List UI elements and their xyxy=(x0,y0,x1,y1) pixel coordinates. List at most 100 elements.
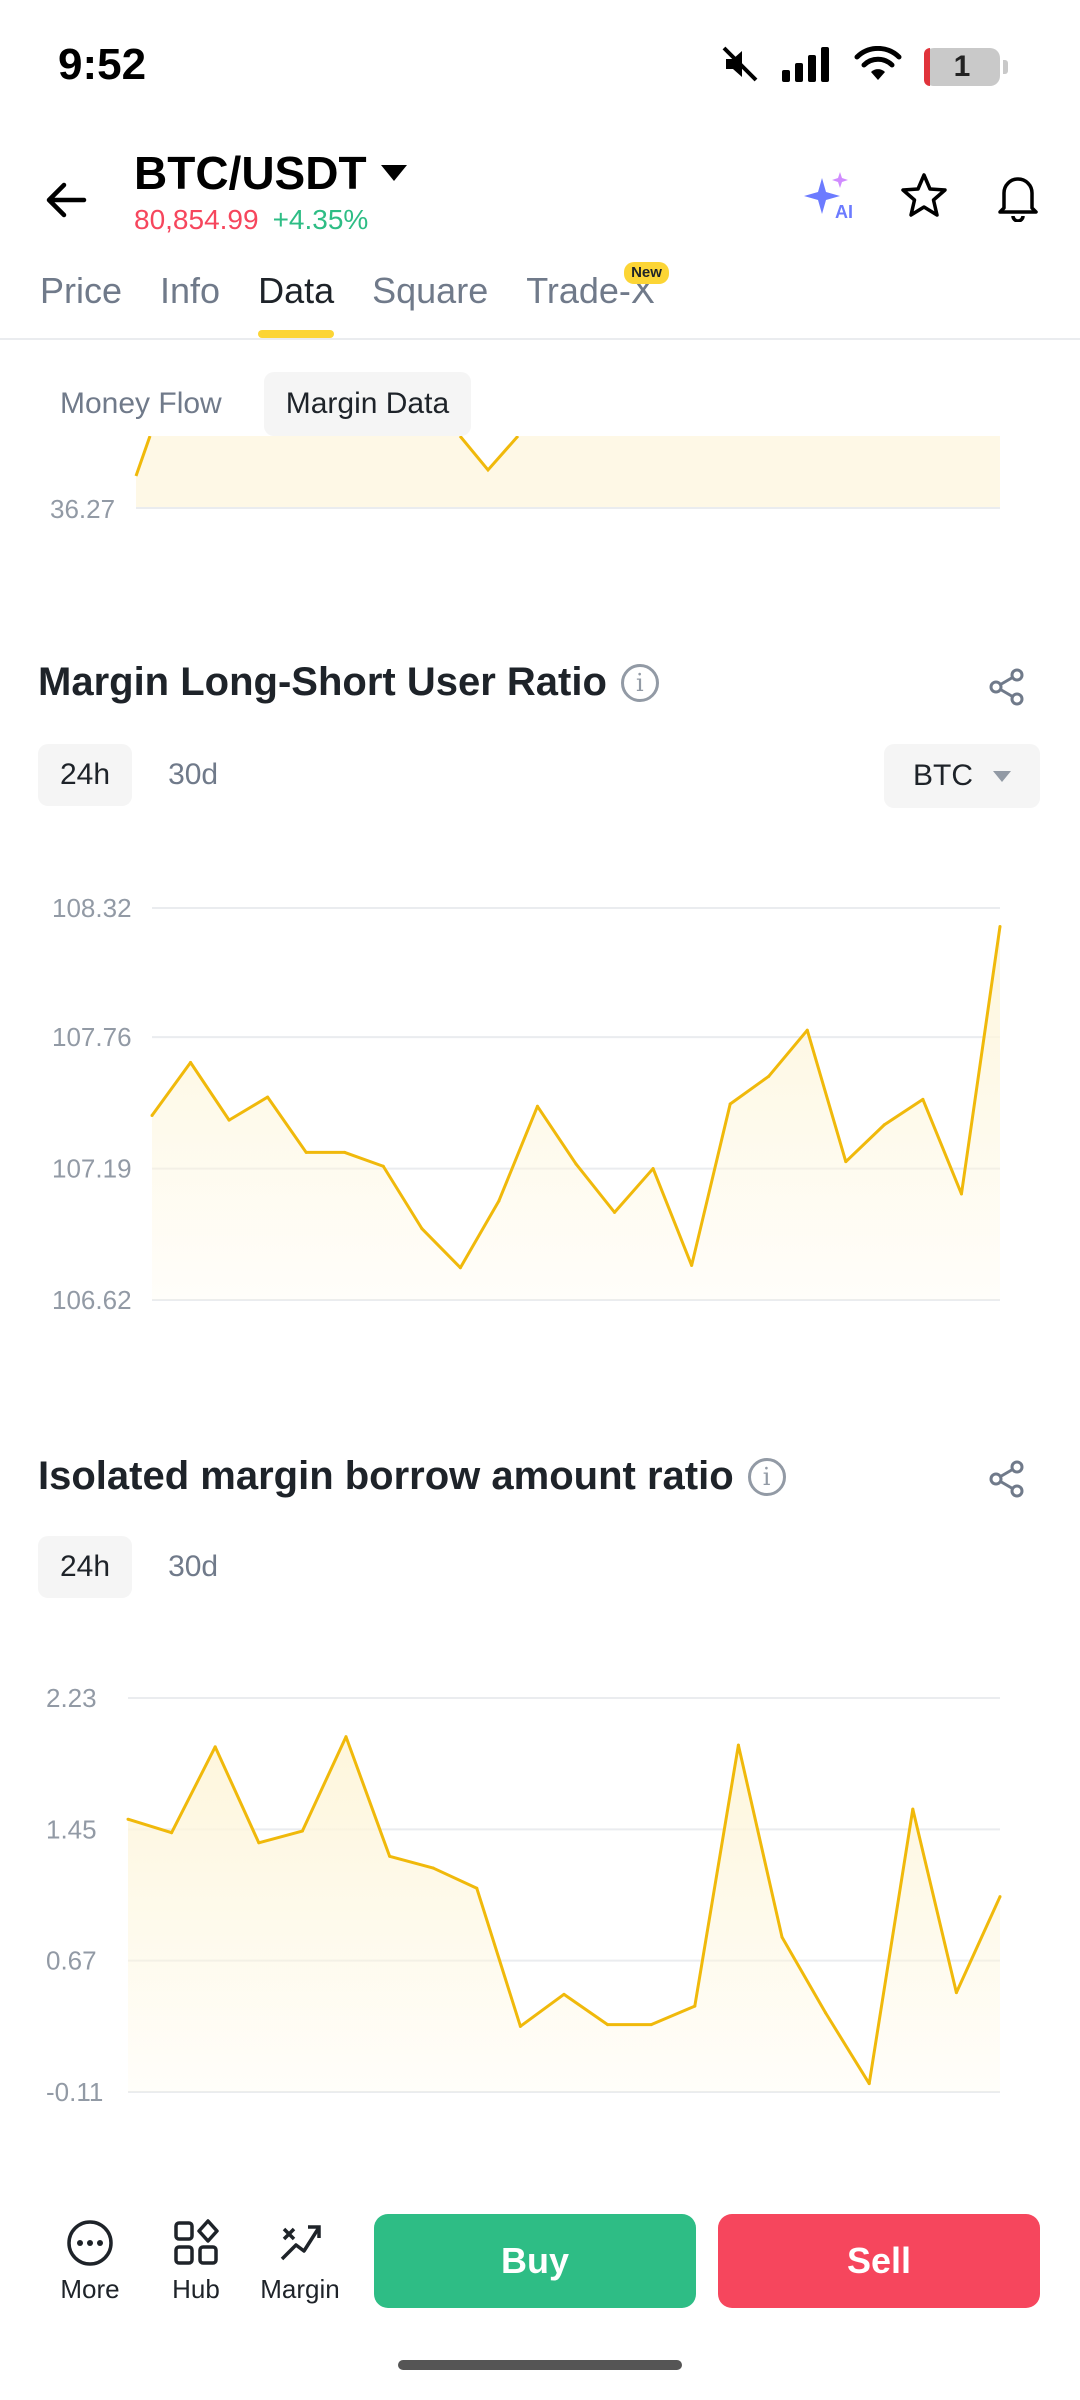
mute-icon xyxy=(720,44,760,89)
data-point xyxy=(497,1199,501,1203)
new-badge: New xyxy=(624,262,669,284)
share-icon xyxy=(989,668,1024,706)
data-point xyxy=(998,1895,1002,1899)
data-point xyxy=(227,1118,231,1122)
more-label: More xyxy=(60,2274,120,2304)
hub-button[interactable]: Hub xyxy=(146,2216,246,2305)
bell-icon xyxy=(998,177,1038,222)
star-icon xyxy=(901,173,947,217)
main-tabs: Price Info Data Square Trade-X New xyxy=(40,258,669,338)
status-time: 9:52 xyxy=(58,40,147,89)
data-point xyxy=(189,1060,193,1064)
ai-label: AI xyxy=(835,202,853,222)
wifi-icon xyxy=(854,45,902,87)
isolated-chart: 2.23 1.45 0.67 -0.11 xyxy=(46,1683,1002,2107)
home-indicator[interactable] xyxy=(398,2360,682,2370)
buy-button[interactable]: Buy xyxy=(374,2214,696,2308)
caret-down-icon xyxy=(380,165,407,181)
back-arrow-icon xyxy=(46,182,87,218)
data-point xyxy=(574,1162,578,1166)
data-point xyxy=(882,1123,886,1127)
data-point xyxy=(911,1807,915,1811)
data-point xyxy=(954,1991,958,1995)
more-button[interactable]: More xyxy=(40,2216,140,2305)
tab-data[interactable]: Data xyxy=(258,258,335,338)
data-point xyxy=(304,1150,308,1154)
data-point xyxy=(213,1745,217,1749)
y-tick-label: 1.45 xyxy=(46,1814,97,1844)
tab-info[interactable]: Info xyxy=(160,258,220,338)
ai-sparkle-icon: AI xyxy=(804,172,853,222)
isolated-title-row: Isolated margin borrow amount ratio i xyxy=(38,1454,786,1499)
hub-label: Hub xyxy=(172,2274,220,2304)
partial-chart-fill xyxy=(136,436,1000,508)
info-icon[interactable]: i xyxy=(747,1457,786,1496)
data-subtabs: Money Flow Margin Data xyxy=(38,372,472,436)
long-short-title: Margin Long-Short User Ratio xyxy=(38,660,607,704)
data-point xyxy=(805,1028,809,1032)
period-24h[interactable]: 24h xyxy=(38,744,133,806)
price-row: 80,854.99 +4.35% xyxy=(134,204,368,236)
tab-square[interactable]: Square xyxy=(372,258,488,338)
data-point xyxy=(431,1866,435,1870)
data-point xyxy=(518,2024,522,2028)
data-point xyxy=(535,1104,539,1108)
coin-select[interactable]: BTC xyxy=(884,744,1040,808)
data-point xyxy=(780,1935,784,1939)
data-point xyxy=(736,1743,740,1747)
long-short-title-row: Margin Long-Short User Ratio i xyxy=(38,660,659,705)
ai-button[interactable]: AI xyxy=(802,168,858,224)
data-point xyxy=(343,1150,347,1154)
pair-selector[interactable]: BTC/USDT xyxy=(134,146,407,200)
data-point xyxy=(458,1266,462,1270)
back-button[interactable] xyxy=(36,170,96,230)
tab-price[interactable]: Price xyxy=(40,258,122,338)
margin-button[interactable]: Margin xyxy=(250,2216,350,2305)
subtab-money-flow[interactable]: Money Flow xyxy=(38,372,244,436)
data-point xyxy=(767,1074,771,1078)
data-point xyxy=(867,2082,871,2086)
y-tick-label: 107.76 xyxy=(52,1022,132,1052)
y-tick-label: 108.32 xyxy=(52,893,132,923)
long-short-periods: 24h 30d xyxy=(38,744,240,806)
favorite-button[interactable] xyxy=(896,168,952,224)
period-30d[interactable]: 30d xyxy=(146,1536,240,1598)
data-point xyxy=(606,2023,610,2027)
y-tick-label: 2.23 xyxy=(46,1683,97,1713)
data-point xyxy=(728,1102,732,1106)
last-price: 80,854.99 xyxy=(134,204,259,235)
long-short-share-button[interactable] xyxy=(982,662,1032,712)
alert-button[interactable] xyxy=(990,168,1046,224)
margin-icon xyxy=(273,2216,327,2270)
data-point xyxy=(824,2011,828,2015)
period-30d[interactable]: 30d xyxy=(146,744,240,806)
hub-icon xyxy=(169,2216,223,2270)
isolated-share-button[interactable] xyxy=(982,1454,1032,1504)
data-point xyxy=(844,1160,848,1164)
data-point xyxy=(420,1227,424,1231)
data-point xyxy=(170,1831,174,1835)
margin-label: Margin xyxy=(260,2274,340,2304)
partial-chart: 36.27 xyxy=(50,436,1000,524)
pair-name: BTC/USDT xyxy=(134,147,367,199)
tabs-divider xyxy=(0,338,1080,340)
data-point xyxy=(651,1167,655,1171)
data-point xyxy=(388,1854,392,1858)
data-point xyxy=(257,1841,261,1845)
subtab-margin-data[interactable]: Margin Data xyxy=(263,372,472,436)
partial-chart-ytick: 36.27 xyxy=(50,494,115,524)
signal-icon xyxy=(782,46,832,87)
battery-icon: 1 xyxy=(924,47,1008,86)
data-point xyxy=(475,1886,479,1890)
header: BTC/USDT 80,854.99 +4.35% AI xyxy=(0,140,1080,250)
period-24h[interactable]: 24h xyxy=(38,1536,133,1598)
data-point xyxy=(921,1097,925,1101)
series-area xyxy=(128,1736,1000,2092)
data-point xyxy=(998,924,1002,928)
header-actions: AI xyxy=(802,168,1046,224)
coin-select-value: BTC xyxy=(913,759,973,792)
tab-trade-x[interactable]: Trade-X New xyxy=(526,258,669,338)
data-point xyxy=(126,1817,130,1821)
sell-button[interactable]: Sell xyxy=(718,2214,1040,2308)
info-icon[interactable]: i xyxy=(620,663,659,702)
